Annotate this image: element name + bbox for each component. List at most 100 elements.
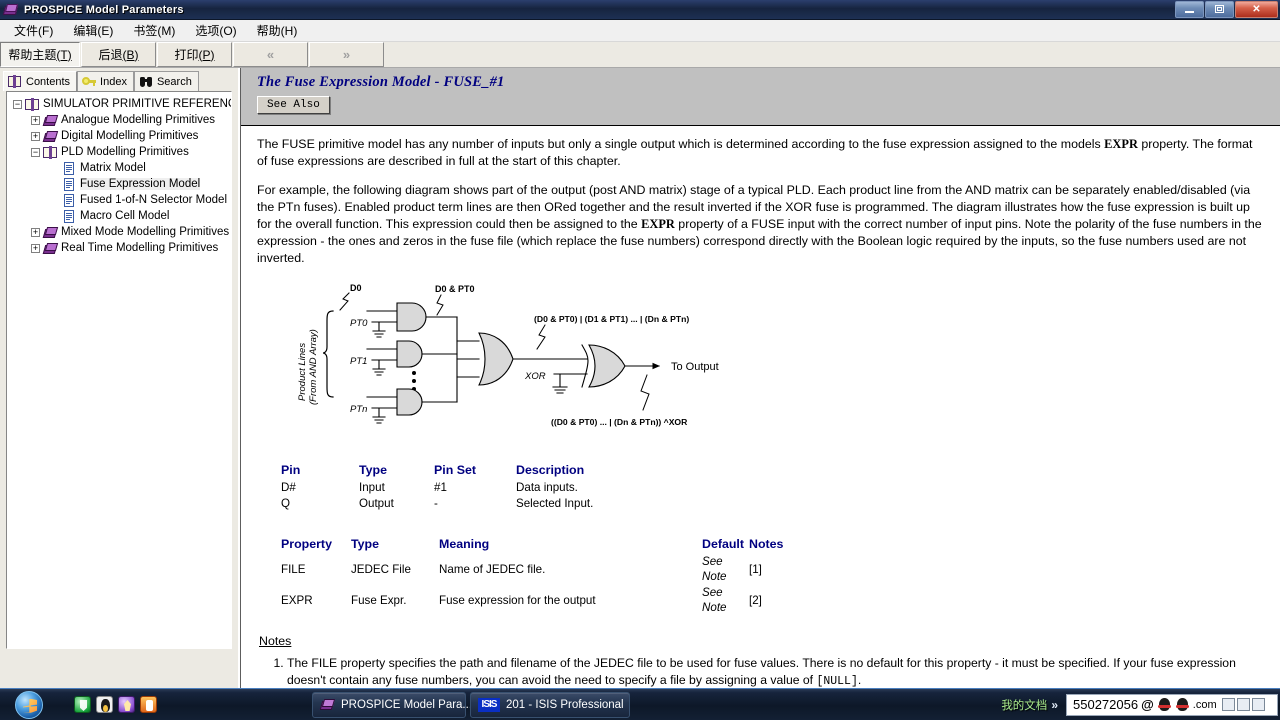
diagram-label-and-out: D0 & PT0 xyxy=(435,284,475,294)
tree-item-macro-cell-model[interactable]: Macro Cell Model xyxy=(9,208,229,224)
topic-header: The Fuse Expression Model - FUSE_#1 See … xyxy=(241,68,1280,126)
pin-table-header-row: Pin Type Pin Set Description xyxy=(281,463,593,480)
pin-cell-description: Selected Input. xyxy=(516,497,594,510)
prop-header-type: Type xyxy=(351,537,379,551)
taskbar: PROSPICE Model Para... ISIS 201 - ISIS P… xyxy=(0,688,1280,720)
help-topics-button[interactable]: 帮助主题 (T) xyxy=(0,42,80,67)
tab-contents[interactable]: Contents xyxy=(3,71,78,91)
pin-header-description: Description xyxy=(516,463,585,477)
qq-tool-icon-2[interactable] xyxy=(1236,698,1250,711)
see-also-button[interactable]: See Also xyxy=(257,96,330,114)
chevron-expand-icon[interactable]: » xyxy=(1051,698,1058,712)
purple-star-icon[interactable] xyxy=(118,696,135,713)
qq-toolbar[interactable]: 550272056 @ .com xyxy=(1066,693,1278,716)
previous-topic-button[interactable]: « xyxy=(233,42,308,67)
tree-item-label: SIMULATOR PRIMITIVE REFERENCE xyxy=(43,98,232,110)
qq-tool-icon-1[interactable] xyxy=(1221,698,1235,711)
expander-icon[interactable]: + xyxy=(31,131,40,141)
property-table-header-row: Property Type Meaning Default Notes xyxy=(281,537,783,554)
prop-header-property: Property xyxy=(281,537,332,551)
system-tray: 我的文档 » 550272056 @ .com xyxy=(1001,693,1280,716)
note-1-text-a: The FILE property specifies the path and… xyxy=(287,656,1236,687)
page-title: The Fuse Expression Model - FUSE_#1 xyxy=(257,74,505,90)
expr-keyword: EXPR xyxy=(641,217,675,231)
menu-edit[interactable]: 编辑(E) xyxy=(63,20,123,41)
print-accesskey: (P) xyxy=(198,47,215,62)
tree-item-label: Analogue Modelling Primitives xyxy=(61,114,216,126)
next-topic-button[interactable]: » xyxy=(309,42,384,67)
tab-search[interactable]: Search xyxy=(133,71,199,91)
prop-cell-type: Fuse Expr. xyxy=(351,593,407,607)
menu-options[interactable]: 选项(O) xyxy=(185,20,246,41)
tree-item-fused-1-of-n-selector-model[interactable]: Fused 1-of-N Selector Model xyxy=(9,192,229,208)
expander-icon[interactable]: + xyxy=(31,243,40,253)
window-title: PROSPICE Model Parameters xyxy=(24,3,184,16)
diagram-label-pt0: PT0 xyxy=(350,318,368,329)
tree-item-matrix-model[interactable]: Matrix Model xyxy=(9,160,229,176)
tree-item-simulator-primitive-reference[interactable]: − SIMULATOR PRIMITIVE REFERENCE xyxy=(9,96,232,112)
taskbar-item-isis[interactable]: ISIS 201 - ISIS Professional xyxy=(470,691,630,718)
contents-tree[interactable]: − SIMULATOR PRIMITIVE REFERENCE + Analog… xyxy=(6,91,232,649)
diagram-label-pt1: PT1 xyxy=(350,356,367,367)
open-book-icon xyxy=(8,75,22,88)
pin-cell-name: D# xyxy=(281,481,296,494)
tab-index[interactable]: Index xyxy=(77,71,134,91)
prop-cell-default: See Note xyxy=(702,555,727,583)
expander-icon[interactable]: + xyxy=(31,227,40,237)
menu-bar: 文件(F) 编辑(E) 书签(M) 选项(O) 帮助(H) xyxy=(0,20,1280,42)
menu-file[interactable]: 文件(F) xyxy=(4,20,63,41)
diagram-label-xor: XOR xyxy=(524,371,546,382)
print-button[interactable]: 打印 (P) xyxy=(157,42,232,67)
menu-help[interactable]: 帮助(H) xyxy=(247,20,308,41)
diagram-side-label-1: Product Lines xyxy=(297,343,308,401)
restore-button[interactable] xyxy=(1205,0,1234,18)
expander-icon[interactable]: + xyxy=(31,115,40,125)
book-icon xyxy=(42,242,59,255)
tab-contents-label: Contents xyxy=(26,75,71,88)
start-button[interactable] xyxy=(2,690,56,720)
app-book-icon xyxy=(2,2,19,18)
pin-header-type: Type xyxy=(359,463,387,477)
paragraph-2: For example, the following diagram shows… xyxy=(257,182,1266,267)
prop-header-notes: Notes xyxy=(749,537,784,551)
penguin-icon[interactable] xyxy=(96,696,113,713)
fuse-expression-diagram: Product Lines (From AND Array) D0 PT0 D0… xyxy=(257,279,1267,431)
tree-item-analogue-modelling-primitives[interactable]: + Analogue Modelling Primitives xyxy=(9,112,229,128)
pin-header-pinset: Pin Set xyxy=(434,463,476,477)
close-button[interactable]: ✕ xyxy=(1235,0,1278,18)
qq-penguin-icon-2 xyxy=(1175,697,1190,712)
tree-item-label: Macro Cell Model xyxy=(80,210,170,222)
expander-icon[interactable]: − xyxy=(13,99,22,109)
qq-at-symbol: @ xyxy=(1141,697,1154,712)
tree-item-real-time-modelling-primitives[interactable]: + Real Time Modelling Primitives xyxy=(9,240,229,256)
prop-cell-property: EXPR xyxy=(281,593,313,607)
prop-cell-default: See Note xyxy=(702,586,727,614)
navigation-panel: Contents Index Search − SIMULATOR PRIMIT… xyxy=(0,68,238,688)
diagram-label-output: To Output xyxy=(671,361,719,373)
pin-cell-description: Data inputs. xyxy=(516,481,578,494)
back-button[interactable]: 后退 (B) xyxy=(81,42,156,67)
taskbar-item-prospice[interactable]: PROSPICE Model Para... xyxy=(312,691,472,718)
expander-icon[interactable]: − xyxy=(31,147,40,157)
property-table: Property Type Meaning Default Notes FILE… xyxy=(281,537,783,616)
page-icon xyxy=(62,177,77,191)
prop-cell-notes: [1] xyxy=(749,562,762,576)
tree-item-label: Real Time Modelling Primitives xyxy=(61,242,219,254)
diagram-label-ptn: PTn xyxy=(350,404,367,415)
menu-bookmark[interactable]: 书签(M) xyxy=(123,20,185,41)
table-row: D# Input #1 Data inputs. xyxy=(281,480,593,496)
tree-item-digital-modelling-primitives[interactable]: + Digital Modelling Primitives xyxy=(9,128,229,144)
minimize-button[interactable] xyxy=(1175,0,1204,18)
my-documents-link[interactable]: 我的文档 xyxy=(1001,697,1047,713)
prop-header-meaning: Meaning xyxy=(439,537,490,551)
tree-item-label: PLD Modelling Primitives xyxy=(61,146,189,158)
qq-tool-icon-3[interactable] xyxy=(1251,698,1265,711)
green-shield-icon[interactable] xyxy=(74,696,91,713)
tree-item-label: Mixed Mode Modelling Primitives xyxy=(61,226,230,238)
nav-tabs: Contents Index Search xyxy=(3,71,235,91)
orange-app-icon[interactable] xyxy=(140,696,157,713)
tree-item-mixed-mode-modelling-primitives[interactable]: + Mixed Mode Modelling Primitives xyxy=(9,224,229,240)
expr-keyword: EXPR xyxy=(1104,137,1138,151)
tree-item-pld-modelling-primitives[interactable]: − PLD Modelling Primitives xyxy=(9,144,229,160)
tree-item-fuse-expression-model[interactable]: Fuse Expression Model xyxy=(9,176,229,192)
